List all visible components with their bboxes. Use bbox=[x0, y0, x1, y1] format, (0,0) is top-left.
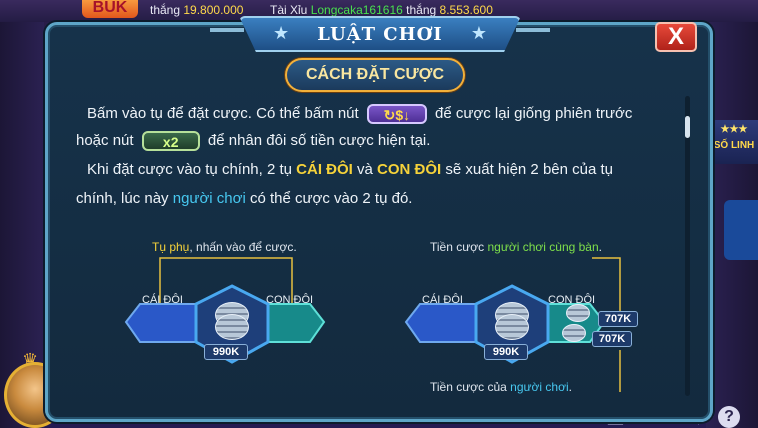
bottom-caption: Tiền cược của người chơi. bbox=[430, 380, 572, 394]
chip-stack-icon bbox=[495, 314, 529, 340]
chip-stack-icon bbox=[562, 324, 586, 342]
chip-stack-icon bbox=[566, 304, 590, 322]
title-wing-left bbox=[210, 28, 244, 32]
right-caption: Tiền cược người chơi cùng bàn. bbox=[430, 240, 602, 254]
star-icon: ★ bbox=[470, 23, 487, 43]
right-leader-line-top bbox=[592, 257, 621, 316]
left-con-doi-label: CON ĐÔI bbox=[266, 294, 314, 306]
bet-diagrams bbox=[124, 257, 621, 392]
right-side-amount-2: 707K bbox=[592, 331, 632, 347]
close-button[interactable]: X bbox=[655, 22, 697, 52]
left-cai-doi-label: CÁI ĐÔI bbox=[142, 294, 183, 306]
right-cai-doi-label: CÁI ĐÔI bbox=[422, 294, 463, 306]
right-cai-doi-pad[interactable] bbox=[404, 303, 487, 343]
right-side-amount-1: 707K bbox=[598, 311, 638, 327]
title-banner: ★ LUẬT CHƠI ★ bbox=[239, 16, 521, 52]
left-cai-doi-pad[interactable] bbox=[124, 303, 207, 343]
chip-stack-icon bbox=[215, 314, 249, 340]
title-wing-right bbox=[516, 28, 550, 32]
left-main-amount: 990K bbox=[204, 344, 248, 360]
left-caption: Tụ phụ, nhấn vào để cược. bbox=[152, 240, 297, 254]
right-main-amount: 990K bbox=[484, 344, 528, 360]
